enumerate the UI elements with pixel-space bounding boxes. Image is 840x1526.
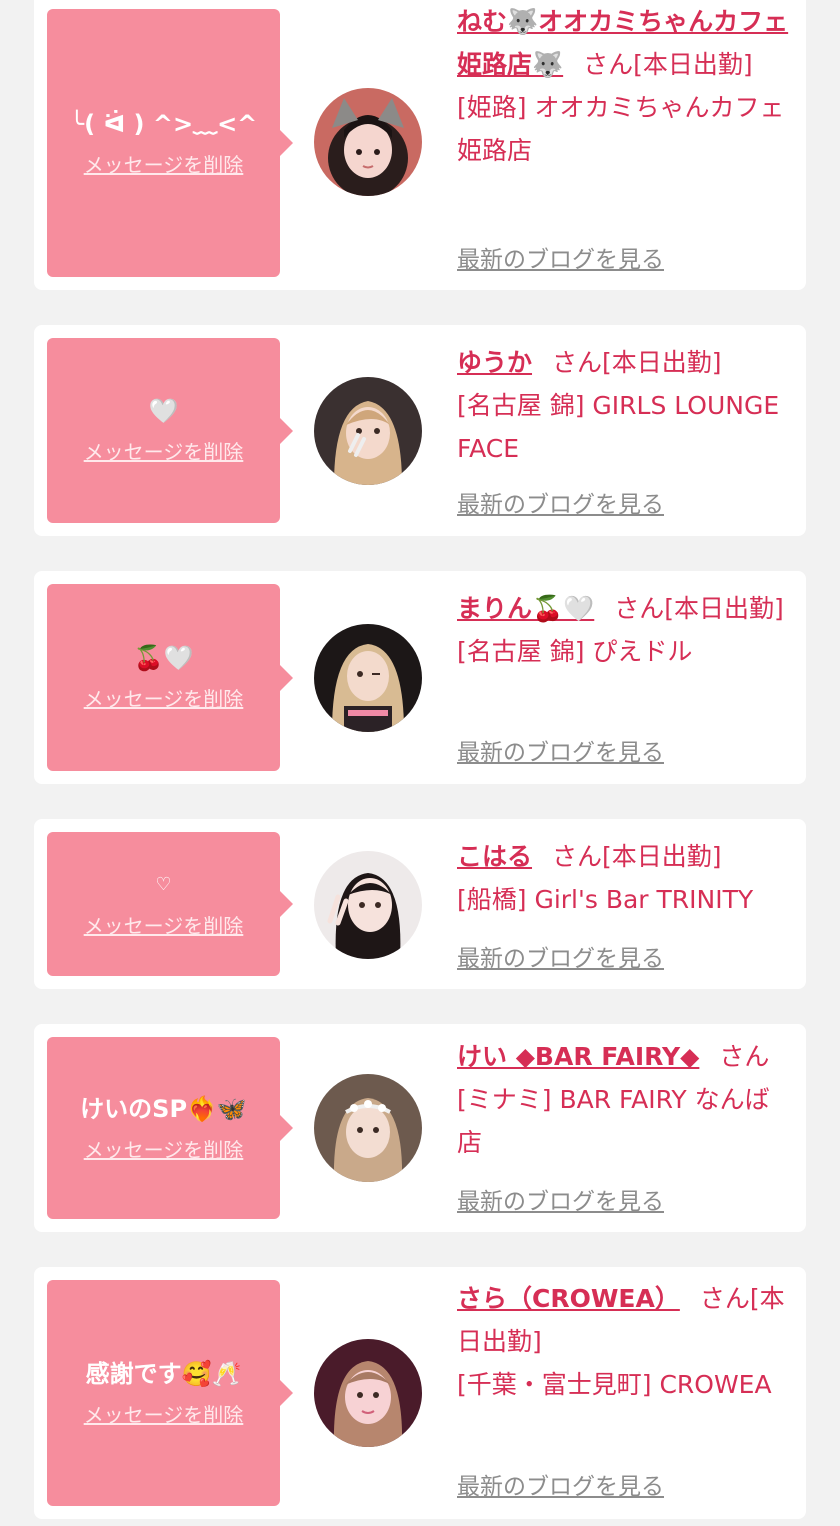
avatar[interactable]: [314, 851, 422, 959]
avatar-icon: [314, 1074, 422, 1182]
latest-blog-link[interactable]: 最新のブログを見る: [457, 939, 664, 973]
cast-info: ゆうか さん[本日出勤] [名古屋 錦] GIRLS LOUNGE FACE: [457, 341, 792, 470]
message-text: けいのSP❤️‍🔥🦋: [80, 1094, 247, 1123]
cast-name-link[interactable]: さら（CROWEA）: [457, 1284, 680, 1313]
honorific: さん: [719, 1042, 770, 1071]
cast-info: こはる さん[本日出勤] [船橋] Girl's Bar TRINITY: [457, 835, 792, 921]
avatar[interactable]: [314, 88, 422, 196]
message-bubble: ♡ メッセージを削除: [47, 832, 293, 976]
avatar-icon: [314, 851, 422, 959]
message-bubble: ╰( ᐛ ) ^>﹏<^ メッセージを削除: [47, 9, 293, 277]
latest-blog-link[interactable]: 最新のブログを見る: [457, 1467, 664, 1501]
list-item: けいのSP❤️‍🔥🦋 メッセージを削除 けい ◆BAR FAIRY◆ さん [ミナ…: [34, 1024, 806, 1232]
list-item: 🤍 メッセージを削除 ゆうか さん[本日出勤] [名古屋 錦] GIRLS LOU…: [34, 325, 806, 536]
shop-name: [千葉・富士見町] CROWEA: [457, 1370, 772, 1399]
avatar[interactable]: [314, 1339, 422, 1447]
cast-info: さら（CROWEA） さん[本日出勤] [千葉・富士見町] CROWEA: [457, 1277, 792, 1406]
cast-name-link[interactable]: ゆうか: [457, 348, 532, 377]
list-item: 🍒🤍 メッセージを削除 まりん🍒🤍 さん[本日出勤] [名古屋 錦] ぴえドル 最…: [34, 571, 806, 784]
message-text: 🍒🤍: [133, 644, 194, 672]
latest-blog-link[interactable]: 最新のブログを見る: [457, 240, 664, 274]
message-text: ♡: [155, 873, 172, 895]
honorific: さん: [552, 842, 603, 871]
latest-blog-link[interactable]: 最新のブログを見る: [457, 1182, 664, 1216]
message-bubble: 感謝です🥰🥂 メッセージを削除: [47, 1280, 293, 1506]
cast-info: ねむ🐺オオカミちゃんカフェ姫路店🐺 さん[本日出勤] [姫路] オオカミちゃんカフ…: [457, 0, 792, 172]
delete-message-link[interactable]: メッセージを削除: [84, 149, 244, 178]
delete-message-link[interactable]: メッセージを削除: [84, 683, 244, 712]
attendance-status: [本日出勤]: [633, 50, 753, 79]
cast-info: まりん🍒🤍 さん[本日出勤] [名古屋 錦] ぴえドル: [457, 587, 792, 673]
shop-name: [ミナミ] BAR FAIRY なんば店: [457, 1085, 770, 1157]
message-text: ╰( ᐛ ) ^>﹏<^: [69, 109, 258, 138]
cast-name-link[interactable]: まりん🍒🤍: [457, 594, 594, 623]
message-text: 感謝です🥰🥂: [85, 1359, 242, 1388]
latest-blog-link[interactable]: 最新のブログを見る: [457, 733, 664, 767]
delete-message-link[interactable]: メッセージを削除: [84, 910, 244, 939]
shop-name: [姫路] オオカミちゃんカフェ姫路店: [457, 93, 785, 165]
list-item: ╰( ᐛ ) ^>﹏<^ メッセージを削除 ねむ🐺オオカミちゃんカフェ姫路店🐺 さ…: [34, 0, 806, 290]
cast-name-link[interactable]: こはる: [457, 842, 532, 871]
list-item: ♡ メッセージを削除 こはる さん[本日出勤] [船橋] Girl's Bar T…: [34, 819, 806, 989]
avatar-icon: [314, 1339, 422, 1447]
shop-name: [名古屋 錦] ぴえドル: [457, 637, 693, 666]
avatar[interactable]: [314, 624, 422, 732]
avatar-icon: [314, 624, 422, 732]
avatar-icon: [314, 377, 422, 485]
message-text: 🤍: [148, 397, 179, 425]
message-bubble: けいのSP❤️‍🔥🦋 メッセージを削除: [47, 1037, 293, 1219]
latest-blog-link[interactable]: 最新のブログを見る: [457, 485, 664, 519]
avatar[interactable]: [314, 1074, 422, 1182]
shop-name: [名古屋 錦] GIRLS LOUNGE FACE: [457, 391, 780, 463]
cast-info: けい ◆BAR FAIRY◆ さん [ミナミ] BAR FAIRY なんば店: [457, 1035, 792, 1164]
shop-name: [船橋] Girl's Bar TRINITY: [457, 885, 754, 914]
honorific: さん: [699, 1284, 750, 1313]
message-bubble: 🍒🤍 メッセージを削除: [47, 584, 293, 771]
attendance-status: [本日出勤]: [664, 594, 784, 623]
message-bubble: 🤍 メッセージを削除: [47, 338, 293, 523]
avatar[interactable]: [314, 377, 422, 485]
attendance-status: [本日出勤]: [602, 348, 722, 377]
delete-message-link[interactable]: メッセージを削除: [84, 436, 244, 465]
avatar-icon: [314, 88, 422, 196]
attendance-status: [本日出勤]: [602, 842, 722, 871]
honorific: さん: [583, 50, 634, 79]
message-feed: ╰( ᐛ ) ^>﹏<^ メッセージを削除 ねむ🐺オオカミちゃんカフェ姫路店🐺 さ…: [0, 0, 840, 1526]
honorific: さん: [552, 348, 603, 377]
delete-message-link[interactable]: メッセージを削除: [84, 1134, 244, 1163]
list-item: 感謝です🥰🥂 メッセージを削除 さら（CROWEA） さん[本日出勤] [千葉・富…: [34, 1267, 806, 1519]
honorific: さん: [614, 594, 665, 623]
cast-name-link[interactable]: けい ◆BAR FAIRY◆: [457, 1042, 699, 1071]
delete-message-link[interactable]: メッセージを削除: [84, 1399, 244, 1428]
